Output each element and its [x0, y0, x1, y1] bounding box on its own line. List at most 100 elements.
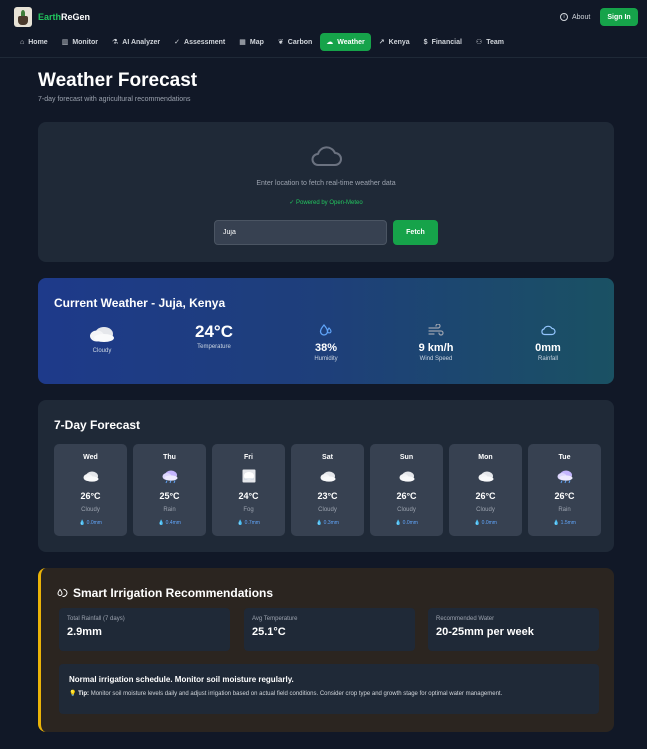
cloudy-icon — [54, 469, 127, 482]
day-temperature: 24°C — [238, 491, 259, 501]
forecast-day-card: Wed 26°C Cloudy 💧 0.0mm — [54, 444, 127, 536]
stat-recommended-water: Recommended Water 20-25mm per week — [428, 608, 599, 651]
current-rainfall: 0mm Rainfall — [508, 322, 588, 362]
current-condition: Cloudy — [62, 322, 142, 354]
nav-map[interactable]: ▦ Map — [233, 33, 270, 51]
day-temperature: 26°C — [475, 491, 496, 501]
page-title: Weather Forecast — [38, 70, 198, 91]
day-condition: Rain — [163, 507, 176, 513]
nav-kenya[interactable]: ↗ Kenya — [373, 33, 416, 51]
droplets-icon — [319, 324, 332, 336]
rainfall-value: 0mm — [535, 342, 561, 354]
cloud-icon — [541, 325, 556, 336]
nav-home[interactable]: ⌂ Home — [14, 33, 54, 51]
day-temperature: 23°C — [317, 491, 338, 501]
location-input[interactable] — [214, 220, 387, 245]
day-name: Sun — [399, 454, 414, 461]
home-icon: ⌂ — [20, 38, 25, 46]
users-icon: ⚇ — [475, 38, 483, 46]
day-temperature: 25°C — [159, 491, 180, 501]
cloud-icon — [311, 146, 342, 166]
droplet-icon: 💧 — [553, 520, 560, 526]
day-rainfall: 💧 0.3mm — [316, 520, 339, 526]
humidity-label: Humidity — [314, 356, 338, 362]
forecast-day-card: Sun 26°C Cloudy 💧 0.0mm — [370, 444, 443, 536]
wind-label: Wind Speed — [419, 356, 453, 362]
nav-financial[interactable]: $ Financial — [418, 33, 468, 51]
irrigation-advice: Normal irrigation schedule. Monitor soil… — [59, 664, 599, 714]
cloudy-icon — [370, 469, 443, 482]
rain-icon — [528, 469, 601, 484]
forecast-days: Wed 26°C Cloudy 💧 0.0mm Thu 25°C Rain 💧 0.4mm Fr… — [54, 444, 601, 536]
current-condition-label: Cloudy — [92, 348, 112, 354]
day-rainfall: 💧 0.4mm — [158, 520, 181, 526]
nav-weather[interactable]: ☁ Weather — [320, 33, 371, 51]
forecast-day-card: Mon 26°C Cloudy 💧 0.0mm — [449, 444, 522, 536]
fetch-button[interactable]: Fetch — [393, 220, 438, 245]
lightbulb-icon: 💡 — [69, 691, 77, 697]
check-circle-icon: ✓ — [174, 38, 181, 46]
day-name: Thu — [163, 454, 176, 461]
advice-tip: 💡 Tip: Monitor soil moisture levels dail… — [69, 691, 503, 697]
top-header: EarthReGen i About Sign In ⌂ Home ▥ Monito… — [0, 0, 647, 58]
droplet-icon: 💧 — [158, 520, 165, 526]
droplet-icon: 💧 — [395, 520, 402, 526]
current-weather-title: Current Weather - Juja, Kenya — [54, 296, 226, 310]
main-nav: ⌂ Home ▥ Monitor ⚗ AI Analyzer ✓ Assessment … — [14, 33, 510, 51]
current-temperature: 24°C Temperature — [174, 322, 254, 350]
nav-team[interactable]: ⚇ Team — [470, 33, 510, 51]
nav-assessment[interactable]: ✓ Assessment — [168, 33, 231, 51]
current-wind: 9 km/h Wind Speed — [396, 322, 476, 362]
bar-chart-icon: ▥ — [61, 38, 69, 46]
day-name: Sat — [322, 454, 333, 461]
info-icon: i — [560, 13, 568, 21]
cloudy-icon — [449, 469, 522, 482]
powered-by-label: ✓ Powered by Open-Meteo — [289, 200, 363, 206]
day-condition: Cloudy — [476, 507, 495, 513]
droplet-icon: 💧 — [474, 520, 481, 526]
search-hint: Enter location to fetch real-time weathe… — [256, 180, 396, 187]
day-name: Tue — [558, 454, 571, 461]
brand-name-part1: Earth — [38, 12, 62, 22]
day-temperature: 26°C — [554, 491, 575, 501]
rain-icon — [133, 469, 206, 484]
trend-icon: ↗ — [378, 38, 385, 46]
logo-icon — [14, 7, 32, 27]
brand-name-part2: ReGen — [61, 12, 91, 22]
day-rainfall: 💧 0.0mm — [395, 520, 418, 526]
location-search-card: Enter location to fetch real-time weathe… — [38, 122, 614, 262]
dollar-icon: $ — [423, 38, 428, 46]
temperature-label: Temperature — [197, 344, 231, 350]
droplet-icon: 💧 — [237, 520, 244, 526]
forecast-card: 7-Day Forecast Wed 26°C Cloudy 💧 0.0mm Thu 25… — [38, 400, 614, 552]
forecast-day-card: Sat 23°C Cloudy 💧 0.3mm — [291, 444, 364, 536]
day-condition: Cloudy — [318, 507, 337, 513]
cloudy-icon — [291, 469, 364, 482]
day-temperature: 26°C — [80, 491, 101, 501]
droplet-icon: 💧 — [316, 520, 323, 526]
forecast-day-card: Fri 24°C Fog 💧 0.7mm — [212, 444, 285, 536]
nav-monitor[interactable]: ▥ Monitor — [56, 33, 104, 51]
about-link[interactable]: i About — [560, 13, 590, 21]
wind-icon — [428, 324, 444, 336]
day-rainfall: 💧 0.0mm — [474, 520, 497, 526]
page-subtitle: 7-day forecast with agricultural recomme… — [38, 96, 191, 103]
advice-text: Normal irrigation schedule. Monitor soil… — [69, 675, 294, 684]
nav-carbon[interactable]: ❦ Carbon — [272, 33, 318, 51]
stat-avg-temperature: Avg Temperature 25.1°C — [244, 608, 415, 651]
cloud-sun-icon: ☁ — [326, 38, 334, 46]
brand[interactable]: EarthReGen — [14, 7, 90, 27]
day-rainfall: 💧 0.0mm — [79, 520, 102, 526]
sign-in-button[interactable]: Sign In — [600, 8, 638, 26]
forecast-title: 7-Day Forecast — [54, 418, 141, 432]
stat-total-rainfall: Total Rainfall (7 days) 2.9mm — [59, 608, 230, 651]
cloudy-icon — [90, 327, 114, 342]
day-name: Fri — [244, 454, 253, 461]
day-condition: Cloudy — [397, 507, 416, 513]
rainfall-label: Rainfall — [537, 356, 558, 362]
microscope-icon: ⚗ — [111, 38, 119, 46]
day-condition: Cloudy — [81, 507, 100, 513]
leaf-icon: ❦ — [277, 38, 284, 46]
day-name: Mon — [478, 454, 493, 461]
nav-ai-analyzer[interactable]: ⚗ AI Analyzer — [106, 33, 166, 51]
